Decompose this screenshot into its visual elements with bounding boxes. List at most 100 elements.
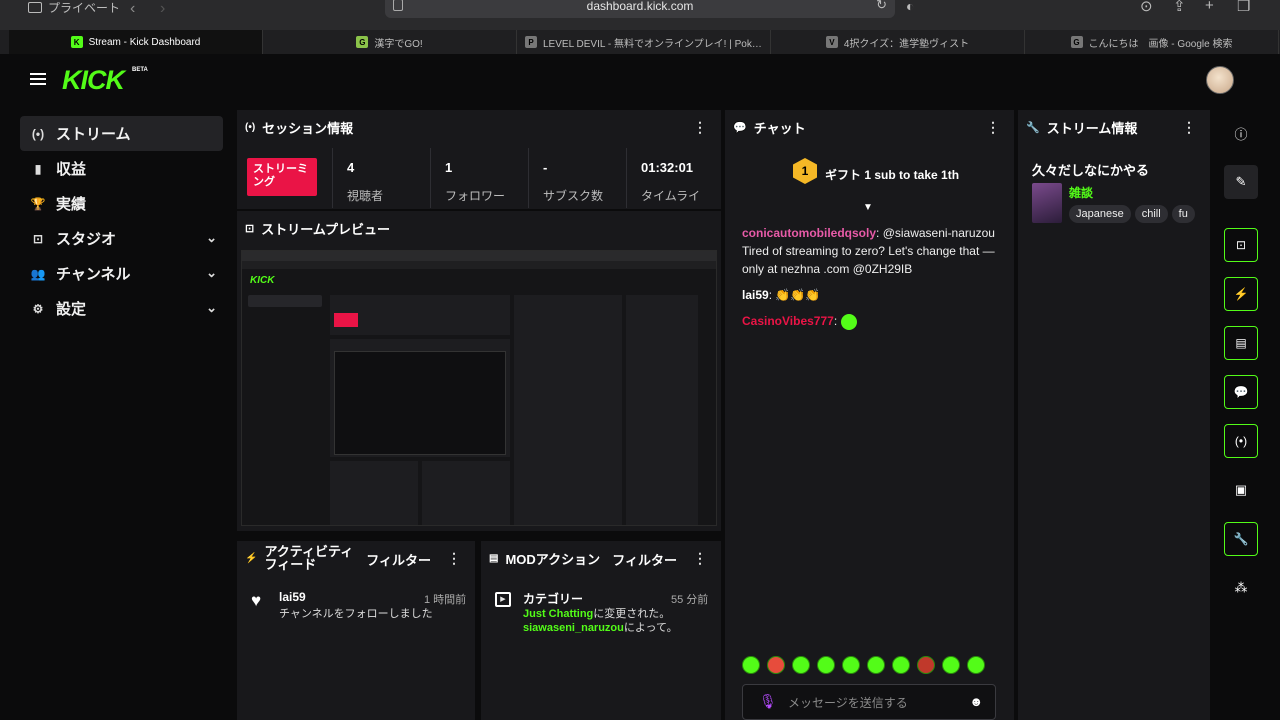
broadcast-icon: (•) — [245, 121, 256, 133]
reload-icon[interactable]: ↻ — [876, 0, 887, 13]
mod-actions-panel: ▤ MODアクション フィルター ⋮ ▶ カテゴリー 55 分前 Just Ch… — [481, 541, 721, 720]
emote-icon[interactable] — [767, 656, 785, 674]
emote-icon[interactable] — [817, 656, 835, 674]
sidebar-item-2[interactable]: 🏆 実績 — [20, 186, 223, 221]
emote-icon[interactable] — [917, 656, 935, 674]
favicon-icon: K — [70, 36, 83, 48]
pinned-gift-banner[interactable]: 1 ギフト 1 sub to take 1th ▼ — [725, 144, 1014, 216]
preview-toggle-icon[interactable]: ⊡ — [1224, 228, 1258, 262]
document-toggle-icon[interactable]: ▤ — [1224, 326, 1258, 360]
emote-icon[interactable] — [742, 656, 760, 674]
emote-icon[interactable] — [842, 656, 860, 674]
category-thumbnail[interactable] — [1032, 183, 1062, 223]
wrench-toggle-icon[interactable]: 🔧 — [1224, 522, 1258, 556]
back-icon[interactable]: ‹ — [130, 0, 135, 18]
edit-icon[interactable]: ✎ — [1224, 165, 1258, 199]
forward-icon[interactable]: › — [160, 0, 165, 18]
browser-tab[interactable]: P LEVEL DEVIL - 無料でオンラインプレイ! | Poki (… — [517, 30, 771, 54]
mod-more-icon[interactable]: ⋮ — [693, 550, 707, 567]
mod-actions-header: ▤ MODアクション — [481, 541, 721, 575]
emote-icon[interactable] — [967, 656, 985, 674]
chat-input-placeholder: メッセージを送信する — [788, 695, 908, 710]
shield-icon[interactable]: ◐ — [906, 0, 914, 14]
chevron-down-icon[interactable]: ⌄ — [206, 230, 217, 246]
stat-label: サブスク数 — [543, 189, 604, 203]
chat-message: lai59: 👏👏👏 — [742, 288, 821, 302]
mod-user-link[interactable]: siawaseni_naruzou — [523, 622, 624, 634]
address-bar[interactable]: dashboard.kick.com ↻ — [385, 0, 895, 18]
category-name[interactable]: 雑談 — [1069, 184, 1093, 201]
activity-time: 1 時間前 — [424, 594, 467, 606]
stat-value: 1 — [445, 160, 453, 175]
sidebar-item-3[interactable]: ⊡ スタジオ ⌄ — [20, 221, 223, 256]
emote-icon[interactable] — [867, 656, 885, 674]
apps-icon[interactable]: ⁂ — [1224, 571, 1258, 605]
stat-subscriptions: - サブスク数 — [528, 148, 626, 208]
chat-username[interactable]: conicautomobiledqsoly — [742, 226, 876, 240]
mod-category-link[interactable]: Just Chatting — [523, 608, 593, 620]
stream-info-title: ストリーム情報 — [1046, 120, 1138, 136]
chat-toggle-icon[interactable]: 💬 — [1224, 375, 1258, 409]
live-status-badge: ストリーミング — [247, 158, 317, 196]
emoji-icon[interactable]: ☻ — [969, 694, 983, 709]
chevron-down-icon[interactable]: ▼ — [863, 202, 873, 213]
emote-icon[interactable] — [892, 656, 910, 674]
bolt-toggle-icon[interactable]: ⚡ — [1224, 277, 1258, 311]
favicon-icon: G — [1070, 36, 1083, 48]
stat-viewers: 4 視聴者 — [332, 148, 430, 208]
activity-more-icon[interactable]: ⋮ — [447, 550, 461, 567]
activity-user[interactable]: lai59 — [279, 590, 306, 604]
tab-title: こんにちは 画像 - Google 検索 — [1088, 38, 1233, 50]
emote-icon[interactable] — [792, 656, 810, 674]
share-icon[interactable]: ⇪ — [1173, 0, 1186, 15]
chat-more-icon[interactable]: ⋮ — [986, 119, 1000, 136]
activity-feed-title: アクティビティフィード — [264, 544, 354, 572]
sidebar-item-5[interactable]: ⚙ 設定 ⌄ — [20, 291, 223, 326]
video-icon[interactable]: ▣ — [1224, 473, 1258, 507]
sidebar-item-label: 設定 — [56, 301, 87, 318]
tab-title: LEVEL DEVIL - 無料でオンラインプレイ! | Poki (… — [543, 38, 762, 50]
download-icon[interactable]: ⊙ — [1140, 0, 1153, 15]
sidebar-toggle-icon[interactable] — [28, 1, 42, 13]
emote-icon — [840, 313, 857, 330]
chat-header: 💬 チャット — [725, 110, 1014, 144]
mod-filter-button[interactable]: フィルター — [612, 550, 677, 569]
info-icon[interactable]: ⓘ — [1224, 116, 1258, 150]
microphone-icon[interactable]: 🎙 — [759, 693, 777, 710]
chevron-down-icon[interactable]: ⌄ — [206, 300, 217, 316]
new-tab-icon[interactable]: + — [1205, 0, 1214, 14]
tag[interactable]: fu — [1171, 205, 1195, 223]
emote-bar — [742, 656, 985, 674]
tag[interactable]: Japanese — [1069, 205, 1131, 223]
sidebar-item-1[interactable]: ▮ 収益 — [20, 151, 223, 186]
browser-tab[interactable]: G 漢字でGO! — [263, 30, 517, 54]
gift-text: ギフト 1 sub to take 1th — [825, 168, 960, 182]
tabs-overview-icon[interactable]: ❐ — [1237, 0, 1250, 15]
browser-tab[interactable]: K Stream - Kick Dashboard — [9, 30, 263, 54]
sidebar-item-0[interactable]: (•) ストリーム — [20, 116, 223, 151]
activity-text: チャンネルをフォローしました — [279, 608, 433, 620]
emote-icon[interactable] — [942, 656, 960, 674]
sidebar-item-4[interactable]: 👥 チャンネル ⌄ — [20, 256, 223, 291]
sidebar-item-label: 実績 — [56, 196, 87, 213]
private-label: プライベート — [48, 0, 121, 15]
chat-username[interactable]: lai59 — [742, 288, 769, 302]
chat-message-input[interactable]: 🎙 メッセージを送信する ☻ — [742, 684, 996, 720]
tag[interactable]: chill — [1134, 205, 1168, 223]
stream-preview-video[interactable]: KICK — [241, 250, 717, 526]
chat-username[interactable]: CasinoVibes777 — [742, 314, 834, 328]
stat-followers: 1 フォロワー — [430, 148, 528, 208]
stream-info-more-icon[interactable]: ⋮ — [1182, 119, 1196, 136]
user-avatar[interactable] — [1206, 66, 1234, 94]
kick-logo[interactable]: KICK — [62, 65, 125, 96]
browser-tab[interactable]: V 4択クイズ：進学塾ヴィスト — [771, 30, 1025, 54]
chevron-down-icon[interactable]: ⌄ — [206, 265, 217, 281]
broadcast-toggle-icon[interactable]: (•) — [1224, 424, 1258, 458]
url-text: dashboard.kick.com — [586, 0, 694, 13]
browser-tab[interactable]: G こんにちは 画像 - Google 検索 — [1025, 30, 1279, 54]
session-more-icon[interactable]: ⋮ — [693, 119, 707, 136]
menu-icon[interactable] — [30, 73, 46, 85]
stat-label: 視聴者 — [347, 189, 384, 203]
browser-tab-bar: K Stream - Kick Dashboard G 漢字でGO! P LEVEL DE… — [0, 30, 1280, 54]
activity-filter-button[interactable]: フィルター — [366, 550, 431, 569]
